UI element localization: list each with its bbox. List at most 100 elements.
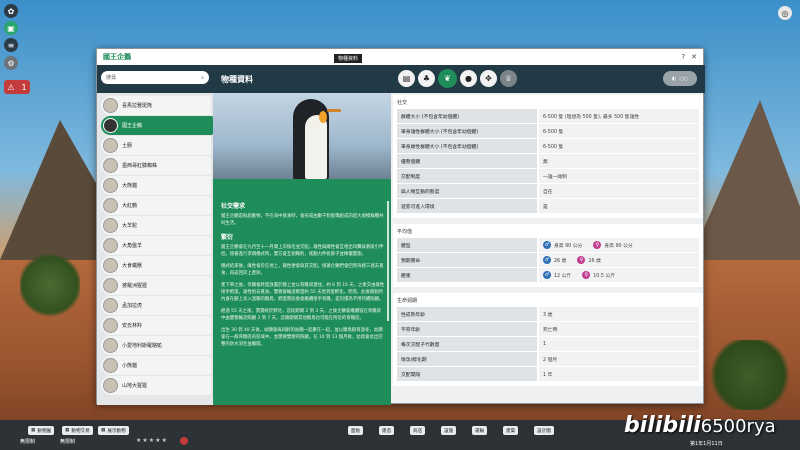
- stat-label: 單身雌性群體大小 (不包含年幼個體): [397, 139, 537, 153]
- tab-trophy-icon[interactable]: ♛: [500, 70, 517, 87]
- button-label: 建造: [382, 428, 392, 434]
- button-label: 展示動物: [107, 428, 126, 434]
- panel-button[interactable]: 面板: [348, 426, 364, 435]
- toggle-button[interactable]: ◐ ○○: [663, 71, 697, 86]
- animal-thumbnail: [103, 198, 118, 213]
- female-icon: ♀: [582, 271, 591, 279]
- stat-value: 自在: [539, 184, 699, 198]
- toggle-label: ○○: [679, 75, 689, 82]
- watermark-user: 6500rya: [700, 416, 776, 437]
- animal-item[interactable]: 大角盤羊: [101, 236, 211, 255]
- facility-button[interactable]: 設施: [441, 426, 457, 435]
- guest-alert-icon[interactable]: ⚠ 1: [4, 80, 30, 94]
- window-title: 國王企鵝: [103, 53, 131, 61]
- animal-item[interactable]: 喜馬拉雅斑熊: [101, 96, 211, 115]
- search-input[interactable]: 搜尋 ⌕: [101, 71, 209, 84]
- stat-value: 1: [539, 337, 699, 351]
- stat-value: 2 個月: [539, 352, 699, 366]
- animal-item[interactable]: 孟加拉虎: [101, 296, 211, 315]
- male-icon: ♂: [543, 256, 551, 264]
- watermark-brand: bilibili: [624, 413, 701, 438]
- stat-row: 體重 ♂ 12 公斤 ♀ 10.5 公斤: [397, 268, 699, 282]
- section-title: 社交: [397, 100, 408, 106]
- description-scrollbar[interactable]: [387, 201, 389, 321]
- trade-button[interactable]: ▦ 動物交易: [62, 426, 93, 435]
- blueprint-button[interactable]: 設計圖: [534, 426, 554, 435]
- button-label: 建築: [506, 428, 516, 434]
- animal-thumbnail: [103, 118, 118, 133]
- stat-value: ♂ 身高 90 公分 ♀ 身高 90 公分: [539, 238, 699, 252]
- background-tree: [20, 250, 80, 320]
- animal-item[interactable]: 小熊貓: [101, 356, 211, 375]
- tab-habitat-icon[interactable]: ♣: [418, 70, 435, 87]
- social-text: 國王企鵝是群居動物，不在海中覓食時，會形成由數千對配偶組成的超大規模群體共同生活…: [221, 214, 384, 226]
- stat-value: 一雄一雌制: [539, 169, 699, 183]
- tab-food-icon[interactable]: ●: [460, 70, 477, 87]
- stat-value: 死亡時: [539, 322, 699, 336]
- build-button[interactable]: 建造: [379, 426, 395, 435]
- search-icon: ⌕: [201, 74, 204, 81]
- stat-label: 與人類互動的態度: [397, 184, 537, 198]
- stat-label: 體重: [397, 268, 537, 282]
- settings-icon[interactable]: ⚙: [4, 56, 18, 70]
- zoo-icon: ▦: [31, 428, 36, 433]
- stat-row: 優勢個體無: [397, 154, 699, 168]
- game-date: 第1年1月11日: [690, 441, 723, 447]
- stat-row: 預期壽命 ♂ 26 歲 ♀ 26 歲: [397, 253, 699, 267]
- animal-thumbnail: [103, 98, 118, 113]
- content-panel: 物種資料 ▤ ♣ ❦ ● ✥ ♛ ◐ ○○ 社交需求 國王企鵝是群居動物，不在海中…: [213, 65, 705, 405]
- animal-item[interactable]: 安氏林羚: [101, 316, 211, 335]
- info-icon[interactable]: ✿: [4, 4, 18, 18]
- animal-item[interactable]: 大食蟻獸: [101, 256, 211, 275]
- animal-item[interactable]: 小愛地利斯羅駱鴕: [101, 336, 211, 355]
- menu-icon[interactable]: ≡: [4, 38, 18, 52]
- animal-thumbnail: [103, 278, 118, 293]
- animal-label: 小愛地利斯羅駱鴕: [122, 343, 163, 349]
- stat-label: 交配制度: [397, 169, 537, 183]
- exhibit-button[interactable]: ▦ 展示動物: [98, 426, 129, 435]
- stat-row: 交配間隔 1 年: [397, 367, 699, 381]
- animal-item[interactable]: 婆羅洲猩猩: [101, 276, 211, 295]
- animal-item[interactable]: 墨西哥紅膝蜘蛛: [101, 156, 211, 175]
- animal-label: 孟加拉虎: [122, 303, 143, 309]
- trade-icon: ▦: [65, 428, 70, 433]
- compass-icon[interactable]: ◎: [778, 6, 792, 20]
- shop-button[interactable]: 商店: [410, 426, 426, 435]
- male-icon: ♂: [543, 271, 551, 279]
- close-icon[interactable]: ✕: [691, 53, 697, 61]
- animal-thumbnail: [103, 258, 118, 273]
- tab-species-icon[interactable]: ❦: [438, 69, 457, 88]
- animal-label: 國王企鵝: [122, 123, 143, 129]
- button-label: 設計圖: [537, 428, 551, 434]
- animal-item[interactable]: 大羊駝: [101, 216, 211, 235]
- button-label: 商店: [413, 428, 423, 434]
- animal-item-selected[interactable]: 國王企鵝: [101, 116, 213, 135]
- architecture-button[interactable]: 建築: [503, 426, 519, 435]
- animal-item[interactable]: 土豚: [101, 136, 211, 155]
- tab-paw-icon[interactable]: ✥: [480, 70, 497, 87]
- female-icon: ♀: [577, 256, 586, 264]
- social-section: 社交 群體大小 (不包含年幼個體) 6-500 隻 (理想為 500 隻), 最多…: [393, 95, 703, 218]
- zoopedia-icon[interactable]: ▣: [4, 21, 18, 35]
- stat-row: 單身雌性群體大小 (不包含年幼個體) 6-500 隻: [397, 139, 699, 153]
- female-value: 10.5 公斤: [593, 273, 616, 279]
- rating-stars: ★★★★★: [136, 437, 168, 444]
- breeding-text: 產下單之後，母鵝會將蛋放置於腳上並以育雛袋蓋住，約 6 到 10 天，之後交由雄…: [221, 283, 385, 302]
- stat-row: 遊客可進入環境是: [397, 199, 699, 213]
- animal-label: 山地大猩猩: [122, 383, 148, 389]
- animal-item[interactable]: 大熊貓: [101, 176, 211, 195]
- breeding-text: 經過 55 天之後，寶寶終於孵化，這段期間 2 到 3 天，之後企鵝會繼續留在育…: [221, 309, 382, 321]
- animal-list: 喜馬拉雅斑熊 國王企鵝 土豚 墨西哥紅膝蜘蛛 大熊貓 大紅鶴 大羊駝 大角盤羊 …: [97, 93, 213, 398]
- animal-thumbnail: [103, 318, 118, 333]
- zoopedia-window: 國王企鵝 ? ✕ 搜尋 ⌕ 喜馬拉雅斑熊 國王企鵝 土豚 墨西哥紅膝蜘蛛 大熊貓…: [96, 48, 705, 405]
- help-icon[interactable]: ?: [681, 53, 685, 61]
- section-title: 平均值: [397, 229, 413, 235]
- animal-item[interactable]: 大紅鶴: [101, 196, 211, 215]
- tab-overview-icon[interactable]: ▤: [398, 70, 415, 87]
- animal-thumbnail: [103, 378, 118, 393]
- alert-icon[interactable]: [180, 437, 188, 445]
- animal-label: 墨西哥紅膝蜘蛛: [122, 163, 158, 169]
- animal-item[interactable]: 山地大猩猩: [101, 376, 211, 395]
- transport-button[interactable]: 運輸: [472, 426, 488, 435]
- zoo-button[interactable]: ▦ 動物園: [28, 426, 55, 435]
